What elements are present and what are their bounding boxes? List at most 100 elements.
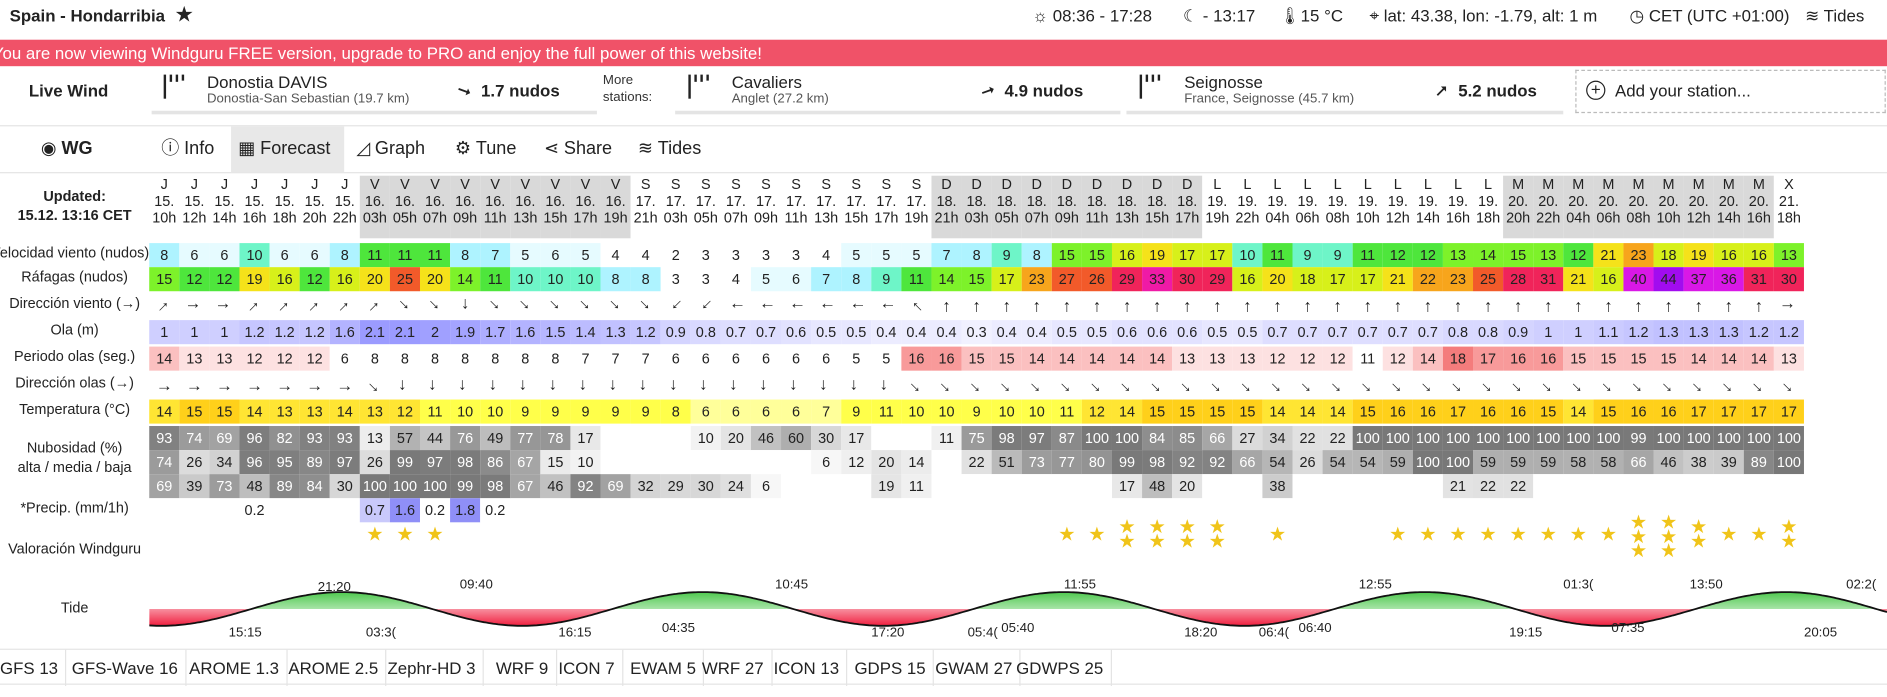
station-donostia-speed: ➞ 1.7 nudos <box>454 78 560 102</box>
cloud-mid-cell: 77 <box>1051 450 1082 475</box>
cloud-mid-cell: 97 <box>329 450 360 475</box>
header-hour: 08h <box>1626 209 1651 227</box>
header-hour: 06h <box>1596 209 1621 227</box>
station-donostia[interactable]: Donostia DAVIS Donostia-San Sebastian (1… <box>207 72 409 106</box>
temp-cell: 16 <box>1473 399 1504 424</box>
model-tab[interactable]: Zephr-HD 3 <box>380 649 484 686</box>
header-date: 17. <box>665 192 686 210</box>
column-header: L 19. 16h <box>1442 175 1474 239</box>
wind-dir-cell: ↑ <box>1262 293 1293 318</box>
rating-star-icon: ★ ★ <box>1208 517 1226 553</box>
station-seignosse[interactable]: Seignosse France, Seignosse (45.7 km) <box>1184 72 1354 106</box>
column-header: X 21. 18h <box>1773 175 1804 239</box>
gust-cell: 22 <box>1412 267 1443 292</box>
temp-cell: 9 <box>961 399 992 424</box>
tab-forecast[interactable]: ▦ Forecast <box>231 126 345 173</box>
model-tab[interactable]: AROME 1.3 <box>182 649 288 686</box>
period-cell: 16 <box>901 346 932 371</box>
forecast-tabs: ◉ WG ⓘ Info ▦ Forecast ◿ Graph ⚙ Tune ⋖ Share … <box>0 125 1887 174</box>
period-cell: 15 <box>991 346 1022 371</box>
wind-arrow-icon: ↑ <box>1604 296 1613 316</box>
model-tab[interactable]: ICON 13 <box>766 649 848 686</box>
tab-graph[interactable]: ◿ Graph <box>349 126 432 172</box>
cloud-low-cell: 48 <box>1142 474 1173 499</box>
header-hour: 13h <box>814 209 839 227</box>
tab-tides[interactable]: ≋ Tides <box>631 126 709 172</box>
cloud-high-cell: 100 <box>1473 426 1504 451</box>
wind-arrow-icon: ↑ <box>365 295 385 316</box>
wave-dir-cell: → <box>149 373 180 398</box>
wind-cell: 17 <box>1172 243 1203 268</box>
gust-cell: 23 <box>1021 267 1052 292</box>
header-hour: 20h <box>1506 209 1531 227</box>
tides-icon: ≋ <box>637 138 653 159</box>
model-tab[interactable]: GDPS 15 <box>847 649 935 686</box>
cloud-high-cell: 75 <box>961 426 992 451</box>
header-day: V <box>430 175 440 193</box>
tab-tune[interactable]: ⚙ Tune <box>448 126 524 172</box>
add-station-button[interactable]: + Add your station... <box>1575 69 1886 114</box>
model-tab[interactable]: ICON 7 <box>551 649 624 686</box>
wind-dir-cell: ↑ <box>811 293 842 318</box>
wave-cell: 1.3 <box>1653 320 1684 345</box>
station-cavaliers[interactable]: Cavaliers Anglet (27.2 km) <box>732 72 829 106</box>
period-cell: 6 <box>329 346 360 371</box>
period-cell: 12 <box>299 346 330 371</box>
model-tab[interactable]: EWAM 5 <box>623 649 705 686</box>
precip-cell <box>179 498 210 523</box>
header-day: L <box>1273 175 1282 193</box>
header-hour: 08h <box>1325 209 1350 227</box>
temp-cell: 16 <box>1382 399 1413 424</box>
header-date: 19. <box>1357 192 1378 210</box>
wind-arrow-icon: ↑ <box>184 301 204 310</box>
wave-cell: 0.8 <box>690 320 721 345</box>
cloud-mid-cell: 59 <box>1473 450 1504 475</box>
model-tab[interactable]: GFS-Wave 16 <box>64 649 187 686</box>
wind-dir-cell: ↑ <box>750 293 782 318</box>
wave-dir-cell: → <box>1743 372 1774 398</box>
temp-cell: 12 <box>1081 399 1112 424</box>
header-hour: 22h <box>1536 209 1561 227</box>
column-header: L 19. 12h <box>1382 175 1413 239</box>
wave-arrow-icon: → <box>185 375 203 395</box>
wave-cell: 0.5 <box>1232 320 1263 345</box>
wind-arrow-icon: ↑ <box>515 295 536 316</box>
wind-cell: 12 <box>1382 243 1413 268</box>
precip-cell <box>931 498 962 523</box>
favorite-star-icon[interactable]: ★ <box>174 2 193 27</box>
cloud-low-cell <box>781 474 812 499</box>
wind-arrow-icon: ↑ <box>1122 296 1132 316</box>
wind-arrow-icon: ↑ <box>1032 296 1041 316</box>
header-hour: 16h <box>1445 209 1471 227</box>
model-tab[interactable]: GDWPS 25 <box>1009 649 1112 686</box>
rating-star-icon: ★ <box>1569 524 1587 546</box>
header-day: L <box>1213 175 1222 193</box>
tides-link[interactable]: ≋ Tides <box>1805 6 1864 26</box>
temp-cell: 15 <box>1593 399 1624 424</box>
model-tab[interactable]: GFS 13 <box>0 649 67 686</box>
tab-info[interactable]: ⓘ Info <box>154 126 221 172</box>
header-day: V <box>400 175 410 193</box>
upgrade-banner[interactable]: You are now viewing Windguru FREE versio… <box>0 39 1887 67</box>
precip-cell <box>1473 498 1504 523</box>
column-header: M 20. 04h <box>1563 175 1594 239</box>
cloud-low-cell <box>841 474 872 499</box>
wave-dir-cell: → <box>269 373 300 398</box>
period-cell: 8 <box>480 346 511 371</box>
precip-cell <box>1503 498 1534 523</box>
label-wind: Velocidad viento (nudos) <box>0 244 150 262</box>
wave-cell: 0.7 <box>1412 320 1443 345</box>
wave-cell: 0.6 <box>1172 320 1203 345</box>
model-tab[interactable]: WRF 9 <box>489 649 557 686</box>
wind-arrow-icon: ↑ <box>395 295 415 316</box>
cloud-low-cell <box>1021 474 1052 499</box>
rating-star-icon: ★ <box>1389 524 1407 546</box>
tab-wg[interactable]: ◉ WG <box>34 126 100 172</box>
model-tab[interactable]: WRF 27 <box>695 649 773 686</box>
column-header: S 17. 09h <box>750 175 782 239</box>
model-tab[interactable]: GWAM 27 <box>928 649 1021 686</box>
tab-share[interactable]: ⋖ Share <box>537 126 620 172</box>
wave-dir-cell: → <box>1412 372 1443 398</box>
model-tab[interactable]: AROME 2.5 <box>281 649 387 686</box>
updated-time: 15.12. 13:16 CET <box>17 206 132 224</box>
